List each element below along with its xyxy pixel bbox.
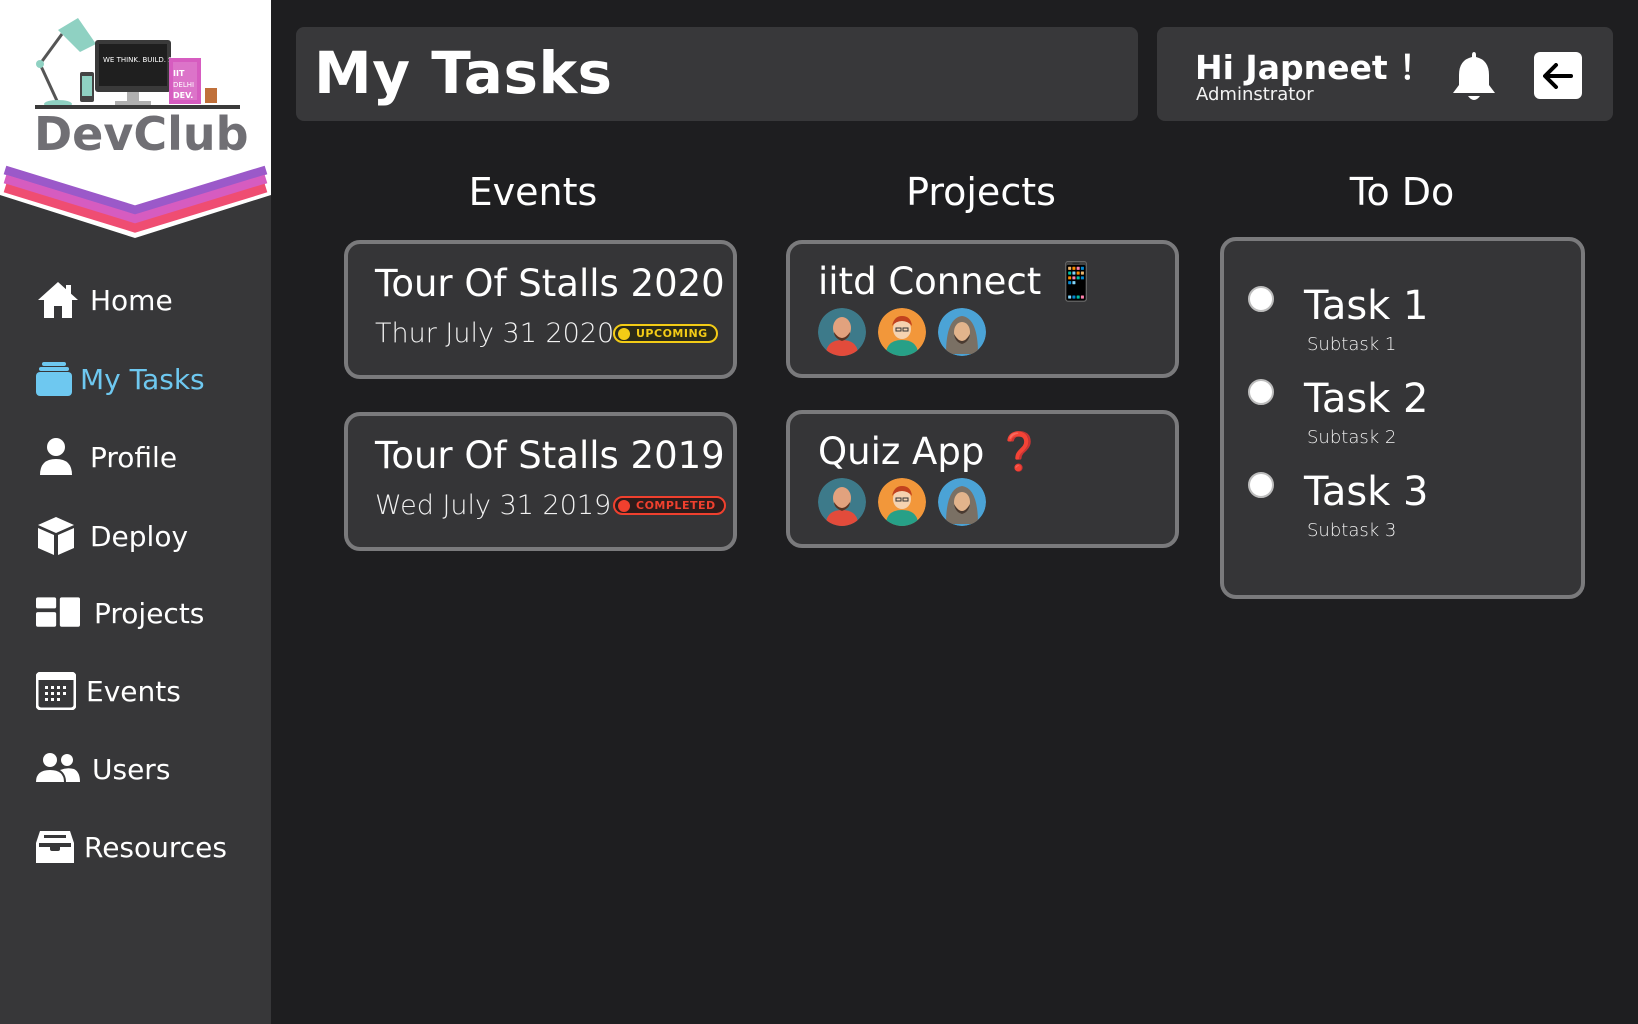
project-card[interactable]: Quiz App ❓: [786, 410, 1179, 548]
page-title-bar: My Tasks: [296, 27, 1138, 121]
sidebar-item-my-tasks[interactable]: My Tasks: [36, 356, 205, 402]
svg-text:DEV.: DEV.: [173, 91, 193, 100]
project-members: [818, 478, 998, 526]
todo-card: Task 1 Subtask 1 Task 2 Subtask 2 Task 3…: [1220, 237, 1585, 599]
projects-heading: Projects: [906, 170, 1056, 214]
sidebar-item-projects[interactable]: Projects: [36, 590, 204, 636]
sidebar-item-label: Projects: [94, 596, 205, 630]
task-title: Task 2: [1304, 376, 1429, 422]
todo-heading: To Do: [1349, 170, 1455, 214]
task-radio[interactable]: [1248, 472, 1274, 498]
logout-button[interactable]: [1534, 52, 1582, 99]
status-badge: COMPLETED: [613, 496, 726, 515]
sidebar-item-deploy[interactable]: Deploy: [36, 513, 188, 559]
avatar-red-hair[interactable]: [878, 478, 926, 526]
svg-text:DELHI: DELHI: [173, 81, 194, 89]
svg-text:IIT: IIT: [173, 69, 185, 78]
event-date: Thur July 31 2020: [375, 318, 615, 349]
bell-icon[interactable]: [1449, 49, 1499, 103]
status-dot-icon: [618, 499, 630, 512]
status-badge: UPCOMING: [613, 324, 718, 343]
sidebar-item-label: Users: [92, 752, 171, 786]
event-date: Wed July 31 2019: [375, 490, 612, 521]
task-title: Task 1: [1304, 283, 1429, 329]
task-subtitle: Subtask 1: [1307, 334, 1397, 355]
arrow-left-icon: [1543, 62, 1573, 89]
project-members: [818, 308, 998, 356]
logo-graphic: WE THINK. BUILD. SOLVE. IIT DELHI DEV. D…: [0, 0, 271, 238]
user-role: Adminstrator: [1196, 84, 1314, 105]
avatar-red-hair[interactable]: [878, 308, 926, 356]
sidebar: WE THINK. BUILD. SOLVE. IIT DELHI DEV. D…: [0, 0, 271, 1024]
sidebar-item-events[interactable]: Events: [36, 668, 181, 714]
page-title: My Tasks: [314, 39, 613, 107]
task-subtitle: Subtask 3: [1307, 520, 1397, 541]
sidebar-item-label: Deploy: [90, 519, 189, 553]
avatar-bald-man[interactable]: [818, 308, 866, 356]
avatar-hooded-man[interactable]: [938, 308, 986, 356]
person-icon: [36, 435, 80, 479]
devclub-logo[interactable]: WE THINK. BUILD. SOLVE. IIT DELHI DEV. D…: [0, 0, 271, 245]
project-title: Quiz App ❓: [818, 430, 1043, 473]
sidebar-item-label: Resources: [84, 830, 227, 864]
box-icon: [36, 514, 80, 558]
event-title: Tour Of Stalls 2020: [375, 262, 725, 305]
project-title: iitd Connect 📱: [818, 260, 1100, 303]
calendar-icon: [36, 669, 80, 713]
sidebar-item-label: Profile: [90, 440, 178, 474]
inbox-icon: [36, 825, 80, 869]
users-icon: [36, 747, 80, 791]
home-icon: [36, 278, 80, 322]
events-heading: Events: [468, 170, 598, 214]
task-title: Task 3: [1304, 469, 1429, 515]
status-badge-label: COMPLETED: [636, 499, 716, 512]
sidebar-item-label: Events: [86, 674, 181, 708]
status-dot-icon: [618, 327, 630, 340]
logo-text: DevClub: [34, 107, 249, 161]
task-radio[interactable]: [1248, 286, 1274, 312]
user-greeting: Hi Japneet ！: [1195, 48, 1433, 87]
dashboard-icon: [36, 591, 80, 635]
sidebar-item-label: My Tasks: [80, 362, 205, 396]
avatar-bald-man[interactable]: [818, 478, 866, 526]
status-badge-label: UPCOMING: [636, 327, 708, 340]
task-subtitle: Subtask 2: [1307, 427, 1397, 448]
event-title: Tour Of Stalls 2019: [375, 434, 725, 477]
sidebar-item-profile[interactable]: Profile: [36, 434, 177, 480]
user-panel: Hi Japneet ！ Adminstrator: [1157, 27, 1613, 121]
event-card[interactable]: Tour Of Stalls 2019 Wed July 31 2019 COM…: [344, 412, 737, 551]
event-card[interactable]: Tour Of Stalls 2020 Thur July 31 2020 UP…: [344, 240, 737, 379]
sidebar-item-users[interactable]: Users: [36, 746, 170, 792]
tasks-icon: [36, 357, 80, 401]
task-radio[interactable]: [1248, 379, 1274, 405]
project-card[interactable]: iitd Connect 📱: [786, 240, 1179, 378]
sidebar-item-home[interactable]: Home: [36, 277, 173, 323]
sidebar-item-label: Home: [90, 283, 173, 317]
sidebar-item-resources[interactable]: Resources: [36, 824, 227, 870]
avatar-hooded-man[interactable]: [938, 478, 986, 526]
